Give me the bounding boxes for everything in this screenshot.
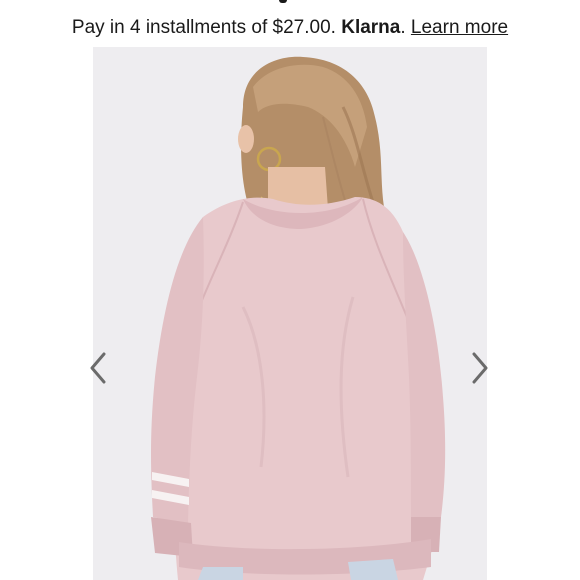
next-image-button[interactable]	[468, 350, 492, 386]
product-page: Pay in 4 installments of $27.00. Klarna.…	[0, 0, 580, 580]
klarna-period: .	[400, 17, 406, 38]
cropped-header-edge	[0, 0, 580, 6]
cropped-text-fragment	[279, 0, 287, 3]
previous-image-button[interactable]	[86, 350, 110, 386]
klarna-brand: Klarna	[341, 17, 401, 38]
chevron-right-icon	[472, 352, 488, 384]
sweatshirt-photo	[93, 47, 487, 580]
installments-text: Pay in 4 installments of $27.00.	[71, 17, 336, 38]
klarna-installments-banner: Pay in 4 installments of $27.00. Klarna.…	[0, 14, 580, 42]
chevron-left-icon	[90, 352, 106, 384]
learn-more-link[interactable]: Learn more	[411, 17, 508, 38]
product-image[interactable]	[93, 47, 487, 580]
